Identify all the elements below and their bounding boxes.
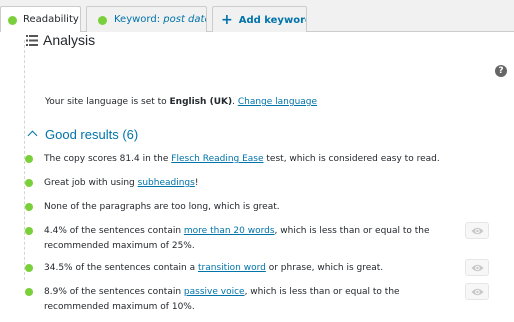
analysis-title: Analysis [43, 32, 96, 48]
site-language-notice: Your site language is set to English (UK… [45, 97, 317, 107]
highlight-eye-button[interactable] [465, 222, 489, 239]
result-link[interactable]: passive voice [184, 287, 245, 297]
good-bullet-icon [25, 264, 33, 272]
result-text: The copy scores 81.4 in the Flesch Readi… [44, 154, 440, 164]
good-score-dot-icon [98, 16, 107, 25]
plus-icon: + [221, 12, 233, 28]
good-bullet-icon [25, 203, 33, 211]
highlight-eye-button[interactable] [465, 259, 489, 276]
language-value: English (UK) [169, 97, 233, 107]
help-icon[interactable]: ? [495, 65, 507, 77]
good-bullet-icon [25, 179, 33, 187]
result-text: Great job with using subheadings! [44, 178, 199, 188]
result-text: None of the paragraphs are too long, whi… [44, 202, 280, 212]
tab-keyword[interactable]: Keyword: post date [86, 6, 207, 33]
good-score-dot-icon [8, 16, 17, 25]
good-bullet-icon [25, 155, 33, 163]
highlight-eye-button[interactable] [465, 283, 489, 300]
language-prefix: Your site language is set to [45, 97, 170, 107]
tab-keyword-label: Keyword: [114, 14, 164, 25]
result-link[interactable]: more than 20 words [184, 226, 275, 236]
result-link[interactable]: transition word [198, 263, 266, 273]
result-text: 8.9% of the sentences contain passive vo… [44, 287, 400, 312]
result-text: 34.5% of the sentences contain a transit… [44, 263, 384, 273]
good-results-title: Good results (6) [45, 127, 139, 142]
tab-readability-label: Readability [23, 14, 79, 25]
eye-icon [471, 288, 484, 296]
eye-icon [471, 264, 484, 272]
change-language-link[interactable]: Change language [238, 97, 317, 107]
result-text: 4.4% of the sentences contain more than … [44, 226, 430, 251]
good-bullet-icon [25, 227, 33, 235]
list-icon [26, 35, 38, 46]
add-keyword-label: Add keyword [238, 15, 307, 26]
tab-readability[interactable]: Readability [0, 6, 81, 33]
good-bullet-icon [25, 288, 33, 296]
result-link[interactable]: subheadings [138, 178, 195, 188]
tab-keyword-value: post date [163, 14, 207, 25]
eye-icon [471, 227, 484, 235]
metabox-tabs: Readability Keyword: post date + Add keyw… [0, 0, 514, 33]
add-keyword-button[interactable]: + Add keyword [212, 6, 307, 33]
result-link[interactable]: Flesch Reading Ease [171, 154, 263, 164]
